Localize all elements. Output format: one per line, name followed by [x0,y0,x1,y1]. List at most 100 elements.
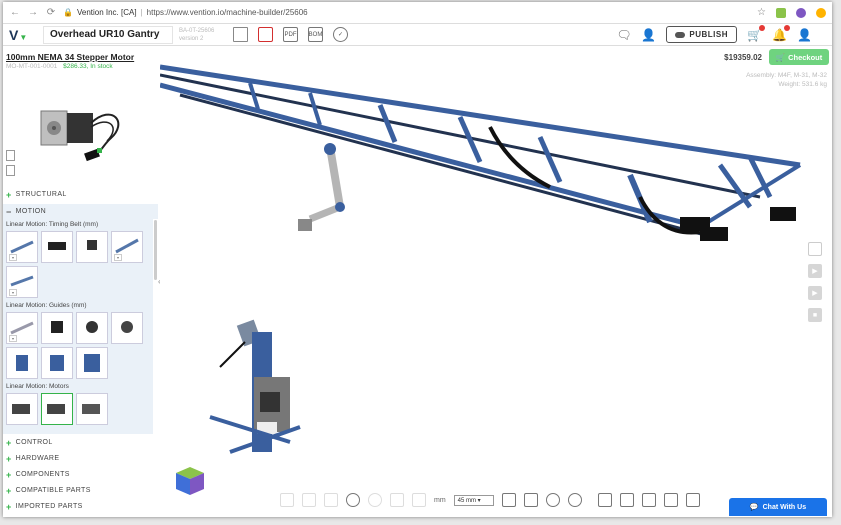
category-label: IMPORTED PARTS [15,503,83,510]
extension-icon[interactable] [796,7,806,18]
part-tile[interactable]: ▾ [6,312,38,344]
comment-icon[interactable]: 🗨 [616,28,631,42]
hierarchy-icon[interactable] [685,493,700,507]
stepper-motor-image [40,110,120,162]
project-title[interactable]: Overhead UR10 Gantry [43,25,173,44]
category-compatible-parts[interactable]: + COMPATIBLE PARTS [3,483,158,498]
category-label: COMPONENTS [15,471,70,478]
part-tile[interactable] [76,347,108,379]
site-identity: Vention Inc. [CA] [76,8,137,17]
size-dropdown[interactable]: ▾ [9,289,18,296]
step-size-select[interactable]: 45 mm ▾ [453,494,494,506]
section-title: Linear Motion: Motors [6,383,69,390]
folder-icon[interactable] [233,27,248,42]
vention-logo[interactable]: V▼ [3,27,43,43]
stop-icon[interactable]: ■ [808,308,822,322]
roller-icon [86,321,98,333]
check-circle-icon[interactable]: ✓ [333,27,348,42]
camera-icon[interactable] [663,493,678,507]
category-hardware[interactable]: + HARDWARE [3,451,158,466]
pdf-icon[interactable]: PDF [283,27,298,42]
view-cube[interactable] [172,465,208,497]
undo-icon[interactable] [346,493,360,507]
motor-icon [47,404,65,414]
checkout-button[interactable]: 🛒 Checkout [769,49,829,65]
cut-icon[interactable] [280,493,294,507]
section-title: Linear Motion: Guides (mm) [6,302,87,309]
part-grid: ▾ ▾ ▾ [3,231,153,298]
save-icon[interactable] [258,27,273,42]
sidebar-scrollbar[interactable] [154,220,157,280]
part-tile[interactable] [41,231,73,263]
3d-viewport[interactable]: $19359.02 🛒 Checkout Assembly: M4F, M-31… [160,47,832,517]
part-tile[interactable]: ▾ [111,231,143,263]
category-imported-parts[interactable]: + IMPORTED PARTS [3,499,158,514]
forward-icon[interactable]: → [27,7,39,18]
bottom-toolbar: mm 45 mm ▾ [280,493,700,507]
play-icon[interactable]: ▶ [808,264,822,278]
part-tile[interactable] [41,347,73,379]
back-icon[interactable]: ← [9,7,21,18]
list-icon[interactable] [808,242,822,256]
document-icon[interactable] [6,165,15,176]
address-bar[interactable]: 🔒 Vention Inc. [CA] | https://www.ventio… [63,8,757,17]
category-structural[interactable]: + STRUCTURAL [3,187,158,202]
size-dropdown[interactable]: ▾ [9,335,18,342]
part-tile-selected[interactable] [41,393,73,425]
cart-icon[interactable]: 🛒 [747,24,765,42]
help-icon[interactable] [567,493,582,507]
product-name[interactable]: 100mm NEMA 34 Stepper Motor [3,47,158,62]
bell-icon[interactable]: 🔔 [772,24,790,42]
part-tile[interactable] [41,312,73,344]
chat-button[interactable]: 💬 Chat With Us [729,498,827,516]
move-icon[interactable] [390,493,404,507]
plus-icon: + [6,453,12,464]
extension-icon[interactable] [816,7,826,18]
category-control[interactable]: + CONTROL [3,435,158,450]
header-right: 🗨 👤 PUBLISH 🛒 🔔 👤 [616,24,812,43]
part-tile[interactable] [76,393,108,425]
file-icons [6,150,15,180]
project-version: version 2 [179,35,204,42]
assembly-line: Assembly: M4F, M-31, M-32 [746,72,827,79]
address-separator: | [140,8,143,17]
redo-icon[interactable] [368,493,382,507]
part-tile[interactable] [6,393,38,425]
paste-icon[interactable] [324,493,338,507]
part-tile[interactable] [6,347,38,379]
extension-icon[interactable] [776,7,786,18]
play-icon[interactable]: ▶ [808,286,822,300]
price-total: $19359.02 [724,53,762,62]
star-icon[interactable]: ☆ [757,7,766,18]
explode-icon[interactable] [523,493,538,507]
part-grid: ▾ [3,312,153,379]
notification-badge [759,24,765,31]
reload-icon[interactable]: ⟳ [45,7,57,18]
part-grid [3,393,153,425]
ruler-icon[interactable] [619,493,634,507]
size-dropdown[interactable]: ▾ [9,254,18,261]
copy-icon[interactable] [302,493,316,507]
rotate-icon[interactable] [412,493,426,507]
part-tile[interactable] [111,312,143,344]
gear-icon[interactable] [545,493,560,507]
user-icon[interactable]: 👤 [797,28,812,42]
part-tile[interactable] [76,231,108,263]
category-components[interactable]: + COMPONENTS [3,467,158,482]
box-icon[interactable] [597,493,612,507]
document-icon[interactable] [6,150,15,161]
part-tile[interactable] [76,312,108,344]
part-tile[interactable]: ▾ [6,266,38,298]
app-header: V▼ Overhead UR10 Gantry BA-0T-25606 vers… [3,24,832,46]
add-user-icon[interactable]: 👤 [641,28,656,42]
cube-icon[interactable] [501,493,516,507]
size-dropdown[interactable]: ▾ [114,254,123,261]
tag-icon[interactable] [641,493,656,507]
roller-icon [121,321,133,333]
bom-icon[interactable]: BOM [308,27,323,42]
plus-icon: + [6,485,12,496]
project-meta: BA-0T-25606 version 2 [179,27,229,43]
motors [680,207,796,241]
part-tile[interactable]: ▾ [6,231,38,263]
publish-button[interactable]: PUBLISH [666,26,737,43]
